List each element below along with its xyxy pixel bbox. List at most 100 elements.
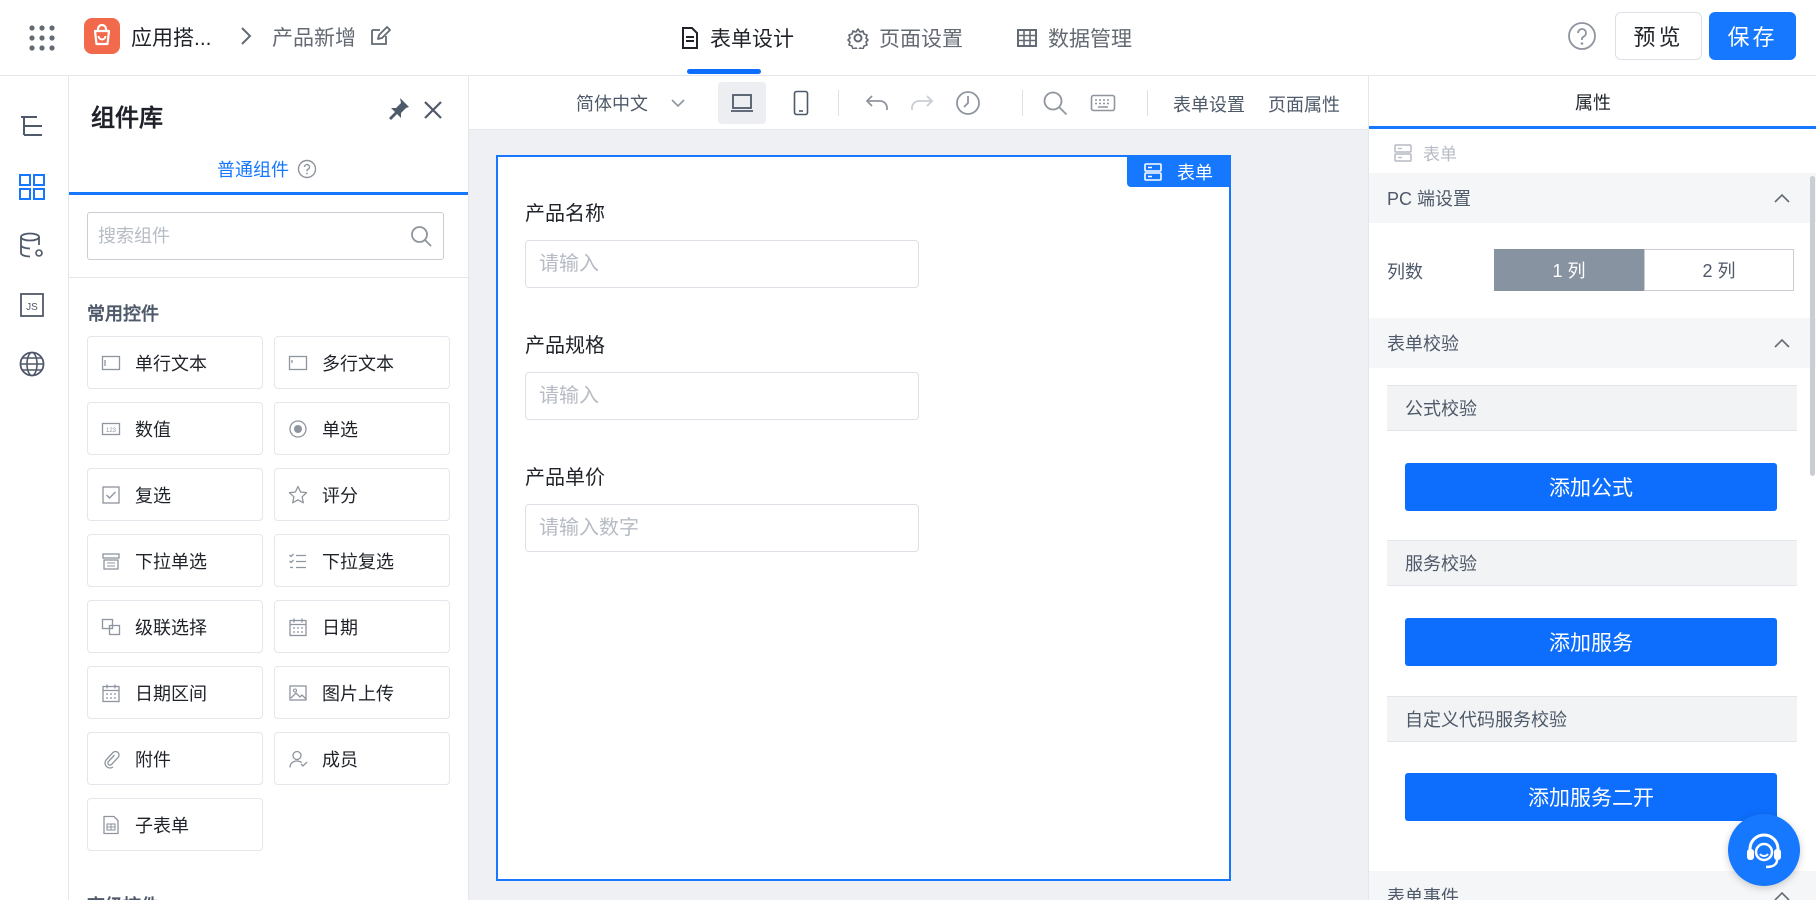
member-icon	[289, 750, 308, 768]
app-logo-icon	[84, 18, 120, 54]
component-attachment[interactable]: 附件	[87, 732, 263, 785]
component-date[interactable]: 日期	[274, 600, 450, 653]
tab-common-components[interactable]: 普通组件	[217, 156, 317, 182]
component-date-range[interactable]: 日期区间	[87, 666, 263, 719]
product-name-field[interactable]	[525, 240, 919, 288]
component-label: 级联选择	[135, 617, 207, 638]
panel-title: 组件库	[91, 105, 163, 132]
component-number[interactable]: 123 数值	[87, 402, 263, 455]
field-label: 产品名称	[525, 203, 605, 225]
breadcrumb-page[interactable]: 产品新增	[272, 22, 356, 52]
headset-icon	[1747, 833, 1781, 869]
form-badge-label: 表单	[1177, 163, 1213, 183]
history-button[interactable]	[944, 82, 992, 124]
tab-data-management[interactable]: 数据管理	[1016, 0, 1132, 76]
scrollbar[interactable]	[1810, 176, 1815, 476]
mobile-view-button[interactable]	[777, 82, 825, 124]
table-icon	[1017, 29, 1037, 47]
number-icon: 123	[101, 422, 121, 435]
add-formula-button[interactable]: 添加公式	[1405, 463, 1777, 511]
close-icon[interactable]	[421, 98, 445, 122]
document-icon	[682, 27, 698, 49]
clock-icon	[956, 91, 980, 115]
divider	[1147, 90, 1148, 116]
component-label: 评分	[322, 485, 358, 506]
language-value: 简体中文	[576, 94, 648, 114]
data-source-icon[interactable]	[17, 231, 47, 261]
form-container[interactable]: 表单 产品名称 产品规格 产品单价	[496, 155, 1231, 881]
checkbox-icon	[102, 485, 120, 504]
product-price-field[interactable]	[525, 504, 919, 552]
section-form-validation[interactable]: 表单校验	[1369, 318, 1816, 368]
divider	[69, 277, 468, 278]
redo-button[interactable]	[898, 82, 946, 124]
component-label: 日期	[322, 617, 358, 638]
component-label: 单行文本	[135, 353, 207, 374]
language-select[interactable]: 简体中文	[576, 90, 686, 116]
components-icon[interactable]	[17, 172, 47, 202]
component-multi-line-text[interactable]: 多行文本	[274, 336, 450, 389]
app-name[interactable]: 应用搭...	[131, 22, 212, 52]
product-spec-input[interactable]	[526, 373, 918, 419]
shortcuts-button[interactable]	[1079, 82, 1127, 124]
form-badge[interactable]: 表单	[1127, 157, 1229, 187]
dropdown-single-icon	[102, 552, 120, 570]
preview-button[interactable]: 预览	[1615, 12, 1702, 60]
tab-properties[interactable]: 属性	[1369, 76, 1816, 128]
component-checkbox[interactable]: 复选	[87, 468, 263, 521]
help-icon[interactable]	[297, 159, 317, 179]
undo-button[interactable]	[853, 82, 901, 124]
chevron-up-icon	[1774, 891, 1790, 900]
globe-icon[interactable]	[17, 349, 47, 379]
edit-icon[interactable]	[368, 24, 392, 48]
customer-service-button[interactable]	[1728, 814, 1800, 886]
component-image-upload[interactable]: 图片上传	[274, 666, 450, 719]
dropdown-multi-icon	[289, 553, 306, 568]
component-cascade[interactable]: 级联选择	[87, 600, 263, 653]
desktop-view-button[interactable]	[718, 82, 766, 124]
component-label: 附件	[135, 749, 171, 770]
pin-icon[interactable]	[385, 96, 411, 122]
field-label: 产品单价	[525, 467, 605, 489]
product-price-input[interactable]	[526, 505, 918, 551]
component-rating[interactable]: 评分	[274, 468, 450, 521]
search-button[interactable]	[1031, 82, 1079, 124]
column-2-option[interactable]: 2 列	[1644, 249, 1794, 291]
divider	[838, 90, 839, 116]
service-validation-header: 服务校验	[1387, 540, 1797, 586]
tab-form-design[interactable]: 表单设计	[680, 0, 794, 76]
component-dropdown-single[interactable]: 下拉单选	[87, 534, 263, 587]
apps-grid-icon[interactable]	[28, 24, 56, 52]
component-label: 下拉复选	[322, 551, 394, 572]
component-dropdown-multi[interactable]: 下拉复选	[274, 534, 450, 587]
add-service-button[interactable]: 添加服务	[1405, 618, 1777, 666]
section-label: 表单事件	[1387, 887, 1459, 900]
tab-page-settings[interactable]: 页面设置	[847, 0, 963, 76]
custom-code-validation-header: 自定义代码服务校验	[1387, 696, 1797, 742]
product-name-input[interactable]	[526, 241, 918, 287]
component-single-line-text[interactable]: 单行文本	[87, 336, 263, 389]
form-settings-link[interactable]: 表单设置	[1173, 91, 1245, 117]
add-service-extension-button[interactable]: 添加服务二开	[1405, 773, 1777, 821]
component-search[interactable]	[87, 212, 444, 260]
component-radio[interactable]: 单选	[274, 402, 450, 455]
component-subform[interactable]: 子表单	[87, 798, 263, 851]
help-icon[interactable]	[1567, 21, 1597, 51]
product-spec-field[interactable]	[525, 372, 919, 420]
image-upload-icon	[289, 684, 307, 701]
search-input[interactable]	[88, 213, 388, 259]
search-icon[interactable]	[409, 224, 433, 248]
section-pc-settings[interactable]: PC 端设置	[1369, 173, 1816, 223]
page-properties-link[interactable]: 页面属性	[1268, 91, 1340, 117]
calendar-icon	[289, 618, 307, 636]
js-code-icon[interactable]: JS	[17, 290, 47, 320]
component-member[interactable]: 成员	[274, 732, 450, 785]
selected-component-crumb: 表单	[1393, 140, 1457, 165]
column-1-option[interactable]: 1 列	[1494, 249, 1644, 291]
save-button[interactable]: 保存	[1709, 12, 1796, 60]
component-label: 成员	[322, 749, 358, 770]
top-bar: 应用搭... 产品新增 表单设计 页面设置 数据管理 预览 保存	[0, 0, 1816, 76]
tab-underline	[69, 192, 468, 195]
chevron-right-icon	[241, 27, 252, 45]
outline-tree-icon[interactable]	[17, 112, 47, 142]
